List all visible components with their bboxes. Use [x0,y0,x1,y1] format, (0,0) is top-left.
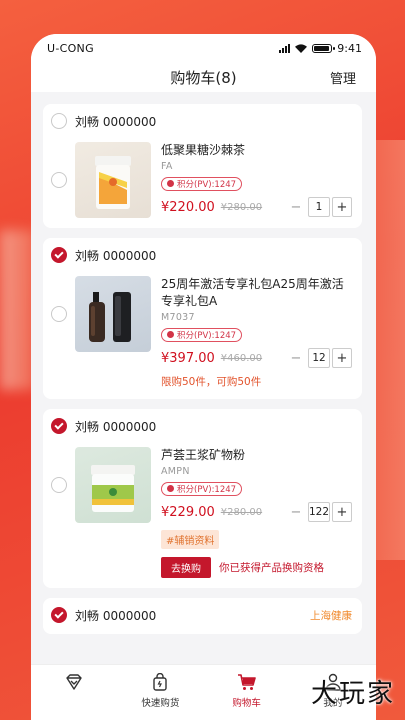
shop-name: 刘畅 0000000 [75,608,157,623]
coin-icon [167,180,174,187]
minus-button[interactable]: − [286,348,306,368]
minus-button[interactable]: − [286,502,306,522]
page-title: 购物车(8) [170,68,237,87]
cart-item: 25周年激活专享礼包A25周年激活专享礼包A M7037 积分(PV):1247… [51,276,352,389]
product-sku: AMPN [161,466,190,477]
price: ¥229.00 [161,504,215,520]
shop-card: 刘畅 0000000 低聚果糖沙棘茶 FA 积分(PV):1247 ¥220.0… [43,104,362,228]
nav-bar: 购物车(8) 管理 [31,62,376,92]
quantity-field[interactable]: 122 [308,502,330,522]
swap-row: 去换购 你已获得产品换购资格 [161,557,352,578]
price: ¥220.00 [161,199,215,215]
shop-header: 刘畅 0000000 上海健康 [51,606,352,624]
tab-home[interactable] [31,665,117,720]
item-info: 低聚果糖沙棘茶 FA 积分(PV):1247 ¥220.00 ¥280.00 −… [161,142,352,218]
item-checkbox[interactable] [51,477,67,493]
shop-checkbox[interactable] [51,247,67,263]
product-name[interactable]: 低聚果糖沙棘茶 [161,142,352,159]
tab-quick-buy[interactable]: 快速购货 [117,665,203,720]
product-image[interactable] [75,142,151,218]
price-row: ¥220.00 ¥280.00 − 1 + [161,197,352,217]
plus-button[interactable]: + [332,502,352,522]
tab-label: 购物车 [232,698,261,709]
coin-icon [167,485,174,492]
plus-button[interactable]: + [332,348,352,368]
item-info: 芦荟王浆矿物粉 AMPN 积分(PV):1247 ¥229.00 ¥280.00… [161,447,352,549]
status-icons: 9:41 [279,42,362,55]
shop-card: 刘畅 0000000 芦荟王浆矿物粉 AMPN 积分(PV):1247 ¥229… [43,409,362,588]
battery-icon [312,43,336,53]
shop-card: 刘畅 0000000 上海健康 [43,598,362,634]
item-checkbox[interactable] [51,172,67,188]
purchase-limit: 限购50件，可购50件 [161,376,262,388]
tab-label: 快速购货 [141,698,180,709]
shop-tag: 上海健康 [310,609,352,622]
shop-checkbox[interactable] [51,607,67,623]
cart-icon [237,674,256,690]
shop-checkbox[interactable] [51,113,67,129]
phone-frame: U-CONG 9:41 购物车(8) 管理 刘畅 0000000 低聚果糖沙棘茶… [31,34,376,720]
minus-button[interactable]: − [286,197,306,217]
signal-icon [279,43,291,53]
product-image[interactable] [75,447,151,523]
cart-list[interactable]: 刘畅 0000000 低聚果糖沙棘茶 FA 积分(PV):1247 ¥220.0… [31,92,376,664]
price: ¥397.00 [161,350,215,366]
quantity-stepper: − 12 + [286,348,352,368]
price-row: ¥229.00 ¥280.00 − 122 + [161,502,352,522]
shop-name: 刘畅 0000000 [75,114,157,129]
product-sku: M7037 [161,312,195,323]
coin-icon [167,331,174,338]
diamond-icon [66,674,82,690]
pv-badge: 积分(PV):1247 [161,176,243,191]
quantity-field[interactable]: 12 [308,348,330,368]
tab-cart[interactable]: 购物车 [204,665,290,720]
promo-tag[interactable]: #辅销资料 [161,530,220,549]
quantity-stepper: − 122 + [286,502,352,522]
item-info: 25周年激活专享礼包A25周年激活专享礼包A M7037 积分(PV):1247… [161,276,352,389]
product-sku: FA [161,161,173,172]
product-name[interactable]: 芦荟王浆矿物粉 [161,447,352,464]
shop-name: 刘畅 0000000 [75,248,157,263]
pv-text: 积分(PV):1247 [177,179,237,190]
pv-badge: 积分(PV):1247 [161,327,243,342]
product-name[interactable]: 25周年激活专享礼包A25周年激活专享礼包A [161,276,352,310]
price-row: ¥397.00 ¥460.00 − 12 + [161,348,352,368]
plus-button[interactable]: + [332,197,352,217]
status-time: 9:41 [337,41,362,55]
shop-card: 刘畅 0000000 25周年激活专享礼包A25周年激活专享礼包A M7037 [43,238,362,399]
swap-button[interactable]: 去换购 [161,557,211,578]
pv-text: 积分(PV):1247 [177,330,237,341]
shop-header: 刘畅 0000000 [51,417,352,435]
shop-header: 刘畅 0000000 [51,112,352,130]
wifi-icon [295,43,308,53]
cart-item: 低聚果糖沙棘茶 FA 积分(PV):1247 ¥220.00 ¥280.00 −… [51,142,352,218]
bag-icon [153,673,168,691]
old-price: ¥460.00 [220,352,263,364]
old-price: ¥280.00 [220,506,263,518]
pv-badge: 积分(PV):1247 [161,481,243,496]
manage-button[interactable]: 管理 [330,68,356,87]
cart-item: 芦荟王浆矿物粉 AMPN 积分(PV):1247 ¥229.00 ¥280.00… [51,447,352,549]
carrier-label: U-CONG [47,41,94,55]
swap-eligibility-text: 你已获得产品换购资格 [219,562,324,574]
quantity-stepper: − 1 + [286,197,352,217]
quantity-field[interactable]: 1 [308,197,330,217]
old-price: ¥280.00 [220,201,263,213]
pv-text: 积分(PV):1247 [177,484,237,495]
product-image[interactable] [75,276,151,352]
watermark: 大玩家 [310,679,395,709]
item-checkbox[interactable] [51,306,67,322]
status-bar: U-CONG 9:41 [31,34,376,62]
shop-checkbox[interactable] [51,418,67,434]
shop-header: 刘畅 0000000 [51,246,352,264]
shop-name: 刘畅 0000000 [75,419,157,434]
